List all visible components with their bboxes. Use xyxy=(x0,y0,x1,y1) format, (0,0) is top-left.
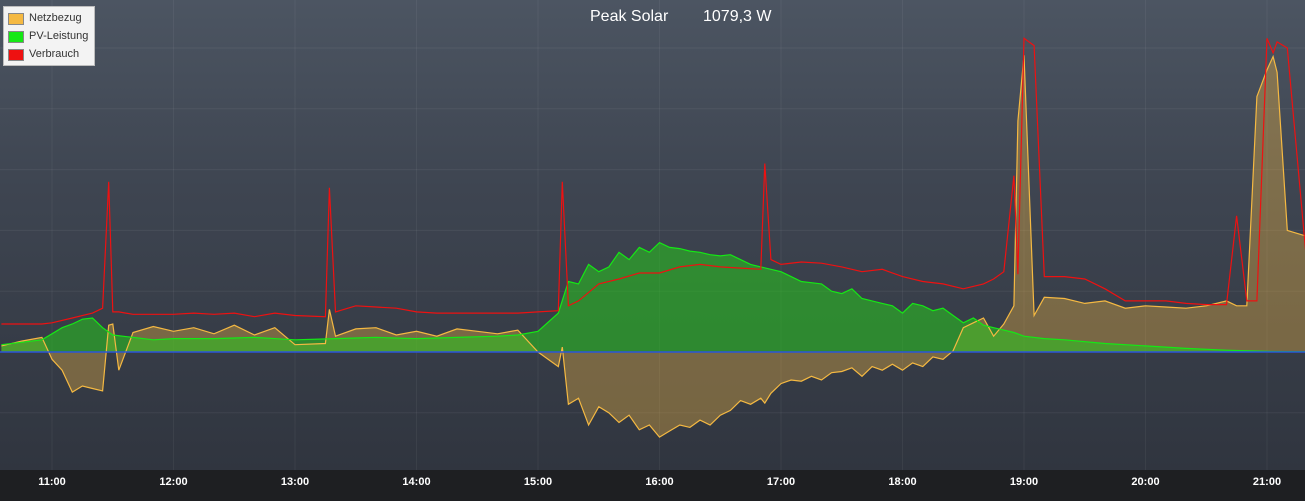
legend-item-pv-leistung[interactable]: PV-Leistung xyxy=(4,27,94,45)
legend-item-netzbezug[interactable]: Netzbezug xyxy=(4,9,94,27)
x-tick-label: 20:00 xyxy=(1131,476,1160,488)
peak-solar-readout: Peak Solar 1079,3 W xyxy=(590,8,771,26)
chart-container: 11:00 12:00 13:00 14:00 15:00 16:00 17:00 18:00… xyxy=(0,0,1305,501)
x-tick-label: 18:00 xyxy=(888,476,917,488)
x-tick-label: 16:00 xyxy=(645,476,674,488)
chart-svg xyxy=(0,0,1305,470)
x-tick-label: 13:00 xyxy=(280,476,310,488)
series-areas xyxy=(1,55,1305,438)
x-tick-label: 12:00 xyxy=(159,476,188,488)
peak-solar-label: Peak Solar xyxy=(590,8,669,25)
x-tick-label: 19:00 xyxy=(1009,476,1039,488)
area-netzbezug xyxy=(1,55,1305,438)
x-tick-label: 15:00 xyxy=(523,476,553,488)
peak-solar-value: 1079,3 W xyxy=(703,8,772,25)
legend-swatch-pv-leistung xyxy=(8,31,24,43)
legend: Netzbezug PV-Leistung Verbrauch xyxy=(3,6,95,66)
x-tick-label: 21:00 xyxy=(1252,476,1282,488)
x-tick-label: 14:00 xyxy=(402,476,431,488)
legend-label: Netzbezug xyxy=(29,12,82,24)
legend-item-verbrauch[interactable]: Verbrauch xyxy=(4,45,94,63)
legend-label: Verbrauch xyxy=(29,48,80,60)
legend-swatch-verbrauch xyxy=(8,49,24,61)
legend-label: PV-Leistung xyxy=(29,30,89,42)
x-tick-label: 17:00 xyxy=(766,476,796,488)
x-tick-label: 11:00 xyxy=(38,476,66,488)
legend-swatch-netzbezug xyxy=(8,13,24,25)
